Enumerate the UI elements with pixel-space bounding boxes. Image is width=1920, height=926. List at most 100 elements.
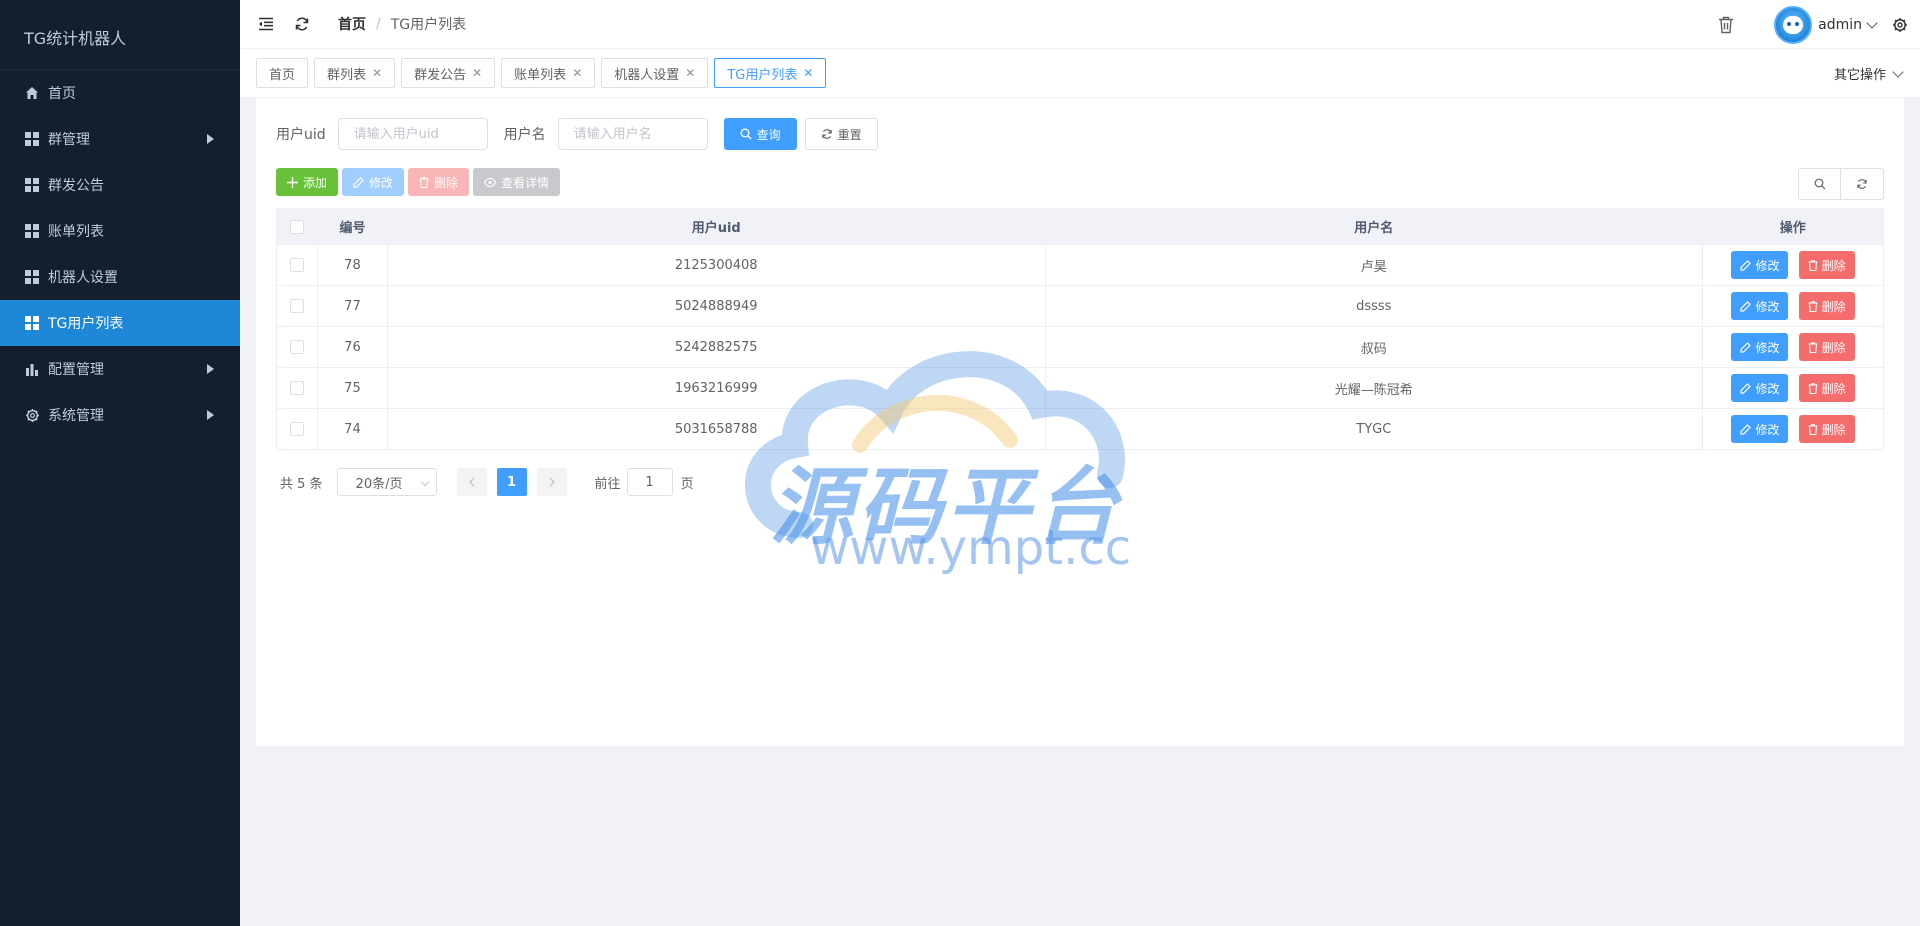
row-edit-label: 修改 [1755,340,1780,355]
search-icon [1814,178,1826,190]
cell-actions: 修改 删除 [1702,408,1884,450]
table-row: 76 5242882575 叔码 修改 删除 [276,326,1884,368]
row-edit-button[interactable]: 修改 [1731,333,1789,361]
user-name[interactable]: admin [1818,17,1862,33]
sidebar-item-bot-settings[interactable]: 机器人设置 [0,254,240,300]
delete-button[interactable]: 删除 [408,168,470,196]
uid-search-input[interactable] [337,118,488,150]
refresh-table-button[interactable] [1841,168,1884,200]
prev-page-button[interactable] [456,468,487,496]
query-button-label: 查询 [756,127,781,142]
row-edit-label: 修改 [1755,381,1780,396]
close-icon[interactable]: ✕ [472,66,482,80]
grid-icon [24,269,40,285]
tag-tg-users[interactable]: TG用户列表 ✕ [714,58,827,88]
select-all-checkbox[interactable] [290,219,305,234]
row-edit-button[interactable]: 修改 [1731,415,1789,443]
delete-icon [1808,300,1818,312]
query-button[interactable]: 查询 [723,118,797,150]
row-checkbox[interactable] [289,422,304,436]
cell-username: TYGC [1045,408,1704,450]
sidebar-item-config[interactable]: 配置管理 [0,346,240,392]
row-edit-button[interactable]: 修改 [1731,374,1789,402]
breadcrumb-separator: / [376,16,381,32]
reset-button[interactable]: 重置 [804,118,878,150]
close-icon[interactable]: ✕ [572,66,582,80]
home-icon [24,85,40,101]
column-header-uid: 用户uid [387,208,1045,245]
tag-bot-settings[interactable]: 机器人设置 ✕ [601,58,709,88]
row-checkbox[interactable] [289,340,304,354]
cell-uid: 1963216999 [387,367,1046,409]
row-edit-label: 修改 [1755,258,1780,273]
goto-page-input[interactable] [626,468,673,496]
edit-button[interactable]: 修改 [342,168,405,196]
reset-button-label: 重置 [837,127,862,142]
tag-bills[interactable]: 账单列表 ✕ [501,58,596,88]
sidebar-item-label: 机器人设置 [48,270,118,286]
row-delete-label: 删除 [1821,340,1846,355]
row-checkbox[interactable] [289,258,304,272]
row-edit-label: 修改 [1755,299,1780,314]
sidebar-item-label: 首页 [48,86,76,102]
settings-icon[interactable] [1890,15,1910,35]
delete-icon [1808,382,1818,394]
row-delete-button[interactable]: 删除 [1798,374,1855,402]
trash-icon[interactable] [1716,15,1736,35]
row-delete-button[interactable]: 删除 [1798,251,1855,279]
sidebar-item-system[interactable]: 系统管理 [0,392,240,438]
app-title: TG统计机器人 [0,0,240,70]
tags-view: 首页 群列表 ✕ 群发公告 ✕ 账单列表 ✕ 机器人设置 ✕ TG用户列表 ✕ 其它操作 [240,49,1920,98]
breadcrumb-current: TG用户列表 [390,17,467,33]
avatar[interactable] [1774,5,1813,44]
sidebar-item-home[interactable]: 首页 [0,70,240,116]
sidebar-item-label: 配置管理 [48,362,104,378]
sidebar-item-group-management[interactable]: 群管理 [0,116,240,162]
menu-fold-icon[interactable] [256,14,276,34]
chevron-left-icon [468,477,476,487]
row-checkbox[interactable] [289,299,304,313]
row-checkbox-cell [276,408,318,450]
cell-actions: 修改 删除 [1702,285,1884,327]
delete-icon [1808,423,1818,435]
edit-button-label: 修改 [369,175,394,190]
view-detail-button-label: 查看详情 [501,175,550,190]
row-edit-button[interactable]: 修改 [1731,292,1789,320]
sidebar-item-tg-users[interactable]: TG用户列表 [0,300,240,346]
add-button[interactable]: 添加 [276,168,339,196]
page-number-current[interactable]: 1 [496,468,527,496]
tag-home[interactable]: 首页 [256,58,309,88]
close-icon[interactable]: ✕ [803,66,813,80]
tag-group-list[interactable]: 群列表 ✕ [314,58,396,88]
row-delete-button[interactable]: 删除 [1798,292,1855,320]
toggle-search-button[interactable] [1798,168,1841,200]
sidebar-item-bills[interactable]: 账单列表 [0,208,240,254]
sidebar-item-broadcast[interactable]: 群发公告 [0,162,240,208]
edit-icon [1740,341,1752,353]
view-detail-button[interactable]: 查看详情 [473,168,561,196]
caret-right-icon [207,364,214,374]
row-edit-button[interactable]: 修改 [1731,251,1789,279]
chevron-down-icon[interactable] [1866,16,1878,29]
next-page-button[interactable] [536,468,567,496]
cell-uid: 5242882575 [387,326,1046,368]
close-icon[interactable]: ✕ [685,66,695,80]
username-search-input[interactable] [557,118,708,150]
edit-icon [1740,259,1752,271]
cell-uid: 5031658788 [387,408,1046,450]
column-header-id: 编号 [317,208,388,245]
chevron-down-icon [1892,65,1904,78]
table-tools [1798,168,1884,200]
other-operations-dropdown[interactable]: 其它操作 [1834,49,1904,98]
table-body: 78 2125300408 卢昊 修改 删除 77 5024888949 dss… [276,244,1884,450]
username-label: 用户名 [503,127,546,143]
close-icon[interactable]: ✕ [372,66,382,80]
row-delete-button[interactable]: 删除 [1798,415,1855,443]
row-checkbox[interactable] [289,381,304,395]
tag-broadcast[interactable]: 群发公告 ✕ [401,58,496,88]
refresh-icon[interactable] [292,14,312,34]
page-size-select[interactable]: 20条/页 [336,468,437,496]
breadcrumb-home[interactable]: 首页 [338,14,366,34]
row-delete-button[interactable]: 删除 [1798,333,1855,361]
gear-icon [24,407,40,423]
